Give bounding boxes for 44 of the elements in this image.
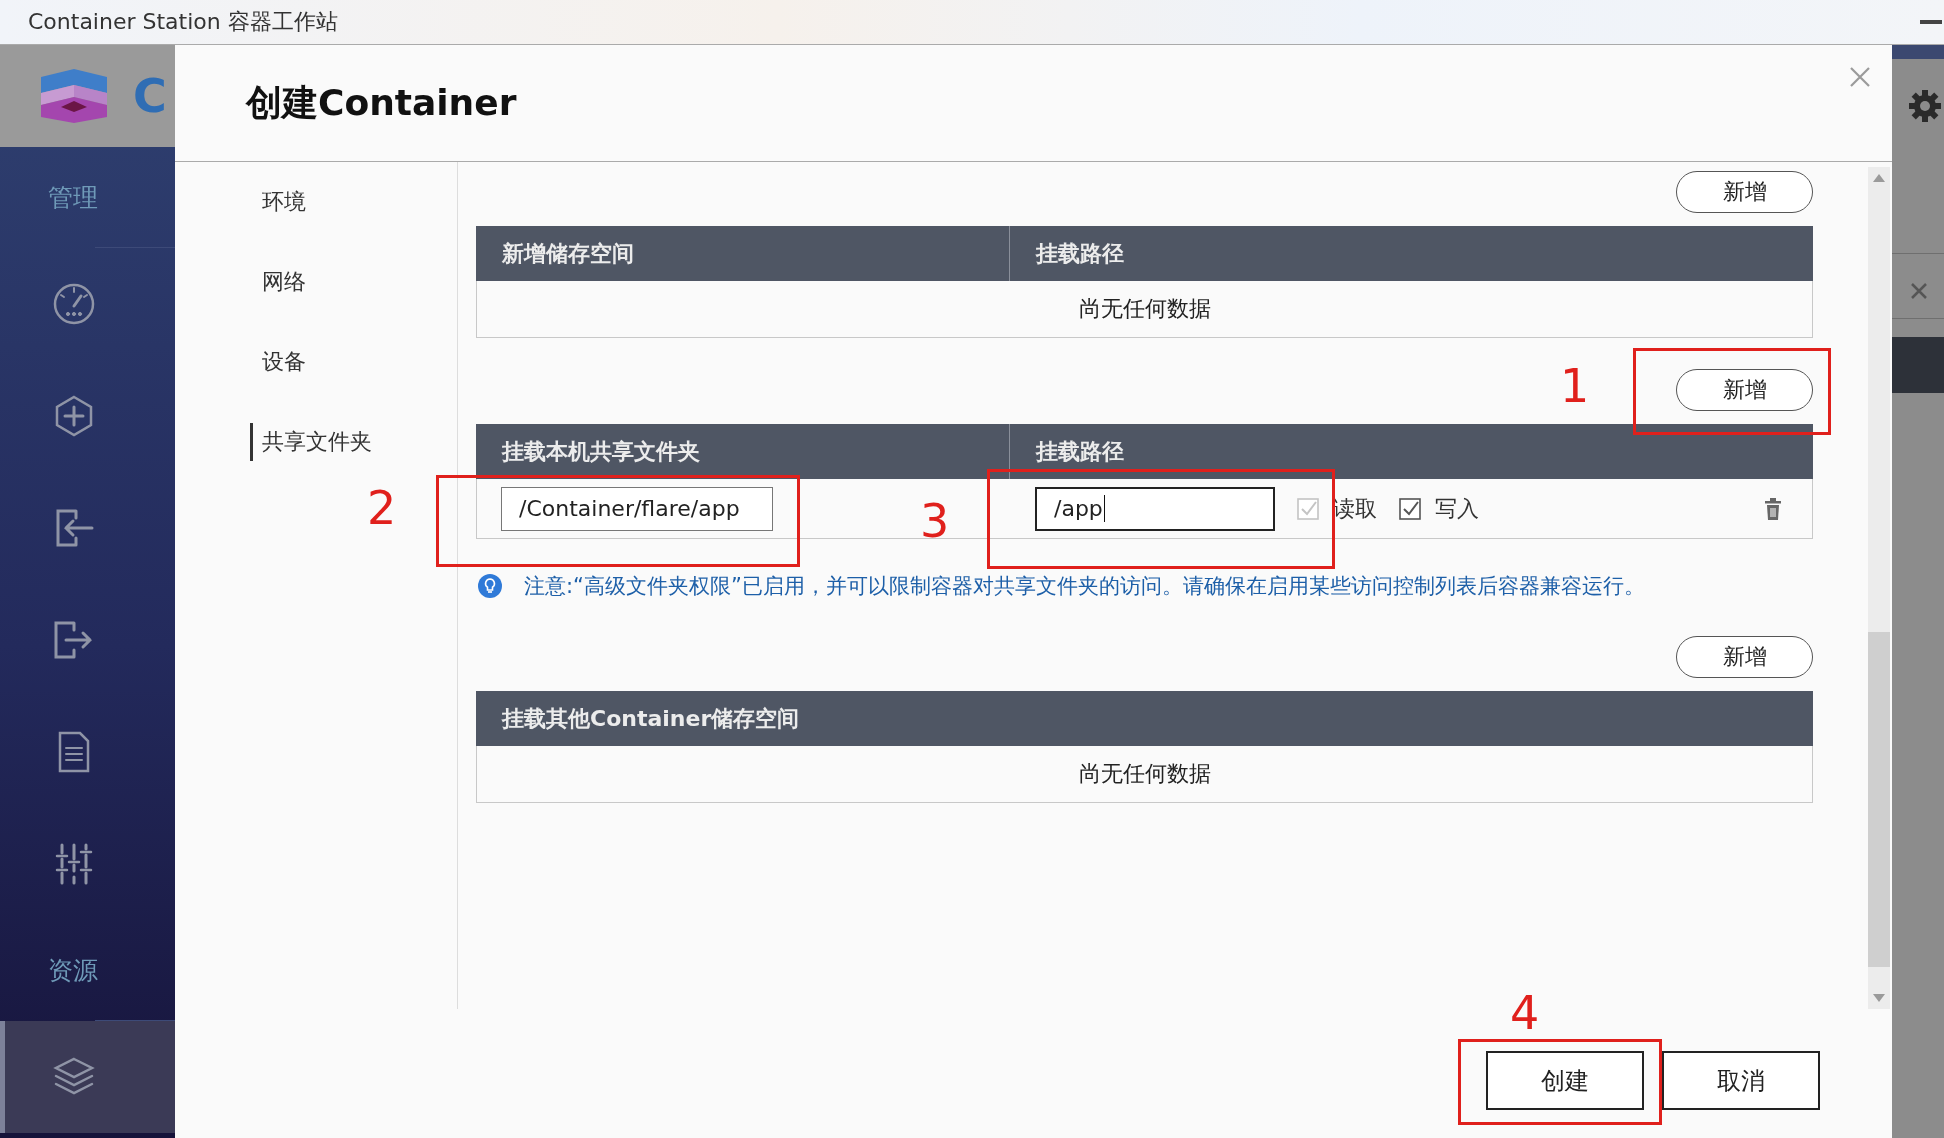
nav-tab[interactable]: 共享文件夹 <box>250 423 372 461</box>
step-number: 2 <box>367 480 397 536</box>
section-label: 管理 <box>47 181 99 214</box>
column-header: 新增储存空间 <box>476 226 1010 281</box>
dialog-button[interactable]: 创建 <box>1486 1051 1644 1110</box>
column-header: 挂载其他Container储存空间 <box>500 704 801 733</box>
column-header: 挂载本机共享文件夹 <box>476 424 1010 479</box>
checkbox-label: 读取 <box>1333 494 1377 523</box>
scrollbar-thumb[interactable] <box>1868 632 1890 967</box>
step-number: 3 <box>920 493 950 549</box>
close-icon[interactable] <box>1849 66 1871 88</box>
panel-block <box>1892 337 1944 393</box>
scroll-down-icon[interactable] <box>1872 993 1886 1003</box>
dialog-button[interactable]: 取消 <box>1662 1051 1820 1110</box>
gauge-icon[interactable] <box>52 282 96 326</box>
nav-tab[interactable]: 环境 <box>250 183 306 221</box>
logo-text: C <box>133 69 167 123</box>
nav-tab[interactable]: 设备 <box>250 343 306 381</box>
add-button[interactable]: 新增 <box>1676 171 1813 213</box>
empty-message: 尚无任何数据 <box>1078 760 1211 788</box>
step-number: 4 <box>1510 985 1540 1041</box>
step-number: 1 <box>1560 358 1590 414</box>
section-label: 资源 <box>47 954 99 987</box>
add-button[interactable]: 新增 <box>1676 369 1813 411</box>
lightbulb-icon <box>478 574 502 598</box>
app-title: Container Station 容器工作站 <box>28 8 338 36</box>
header-strip <box>1892 45 1944 59</box>
settings-icon[interactable] <box>1908 89 1942 123</box>
add-button[interactable]: 新增 <box>1676 636 1813 678</box>
notice-text: 注意:“高级文件夹权限”已启用，并可以限制容器对共享文件夹的访问。请确保在启用某些访问控制列表后容器兼容运行。 <box>524 573 1645 600</box>
input-field[interactable]: /app <box>1035 486 1275 531</box>
empty-message: 尚无任何数据 <box>1078 295 1211 323</box>
trash-icon[interactable] <box>1764 497 1782 520</box>
scrollbar[interactable] <box>1868 167 1890 1009</box>
dialog-title: 创建Container <box>246 80 517 125</box>
input-field[interactable]: /Container/flare/app <box>501 486 773 531</box>
column-header: 挂载路径 <box>1034 437 1125 466</box>
close-icon[interactable] <box>1910 282 1928 300</box>
nav-tab[interactable]: 网络 <box>250 263 306 301</box>
column-header: 挂载路径 <box>1034 239 1125 268</box>
scroll-up-icon[interactable] <box>1872 173 1886 183</box>
sidebar-item[interactable] <box>0 1021 175 1133</box>
checkbox-label: 写入 <box>1435 494 1479 523</box>
checkbox[interactable] <box>1399 497 1421 520</box>
